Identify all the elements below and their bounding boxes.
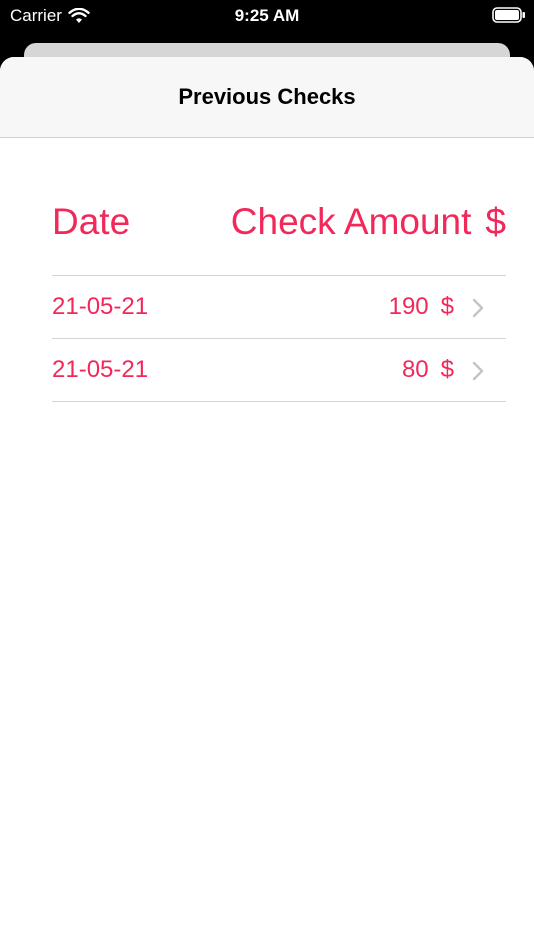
check-date: 21-05-21 bbox=[52, 356, 149, 383]
table-row[interactable]: 21-05-21 80 $ bbox=[52, 339, 506, 402]
check-currency: $ bbox=[440, 356, 454, 383]
page-title: Previous Checks bbox=[178, 84, 356, 109]
currency-symbol: $ bbox=[485, 201, 506, 242]
table-header: Date Check Amount $ bbox=[52, 201, 506, 245]
status-bar: Carrier 9:25 AM bbox=[0, 0, 534, 36]
check-amount: 190 $ bbox=[389, 293, 454, 321]
check-amount-value: 80 bbox=[401, 356, 429, 383]
chevron-right-icon bbox=[472, 298, 484, 318]
table-row[interactable]: 21-05-21 190 $ bbox=[52, 276, 506, 339]
modal-sheet: Previous Checks Date Check Amount $ 21-0… bbox=[0, 57, 534, 950]
battery-icon bbox=[492, 7, 525, 23]
check-currency: $ bbox=[440, 293, 454, 320]
date-column-header: Date bbox=[52, 201, 131, 242]
check-amount: 80 $ bbox=[402, 356, 454, 384]
navigation-bar: Previous Checks bbox=[0, 57, 534, 138]
amount-column-header: Check Amount $ bbox=[231, 201, 506, 243]
chevron-right-icon bbox=[472, 361, 484, 381]
check-date: 21-05-21 bbox=[52, 293, 149, 320]
checks-list: 21-05-21 190 $ 21-05-21 80 $ bbox=[52, 275, 506, 402]
amount-column-label: Check Amount bbox=[230, 201, 472, 242]
check-amount-value: 190 bbox=[388, 293, 429, 320]
status-time: 9:25 AM bbox=[234, 6, 300, 25]
